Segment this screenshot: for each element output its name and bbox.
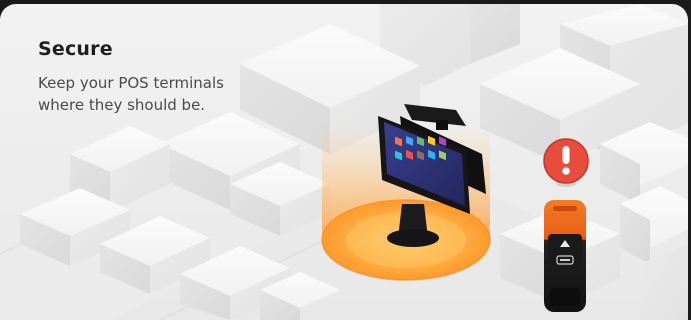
feature-card: Secure Keep your POS terminals where the… [0, 4, 688, 320]
feature-description: Keep your POS terminals where they shoul… [38, 72, 298, 116]
feature-title: Secure [38, 38, 113, 60]
feature-copy: Secure Keep your POS terminals where the… [38, 38, 298, 116]
alert-exclamation-icon [543, 138, 589, 187]
handheld-pos-icon [544, 200, 586, 312]
feature-description-line-2: where they should be. [38, 96, 206, 114]
feature-card-frame: Secure Keep your POS terminals where the… [0, 0, 691, 320]
feature-description-line-1: Keep your POS terminals [38, 74, 224, 92]
